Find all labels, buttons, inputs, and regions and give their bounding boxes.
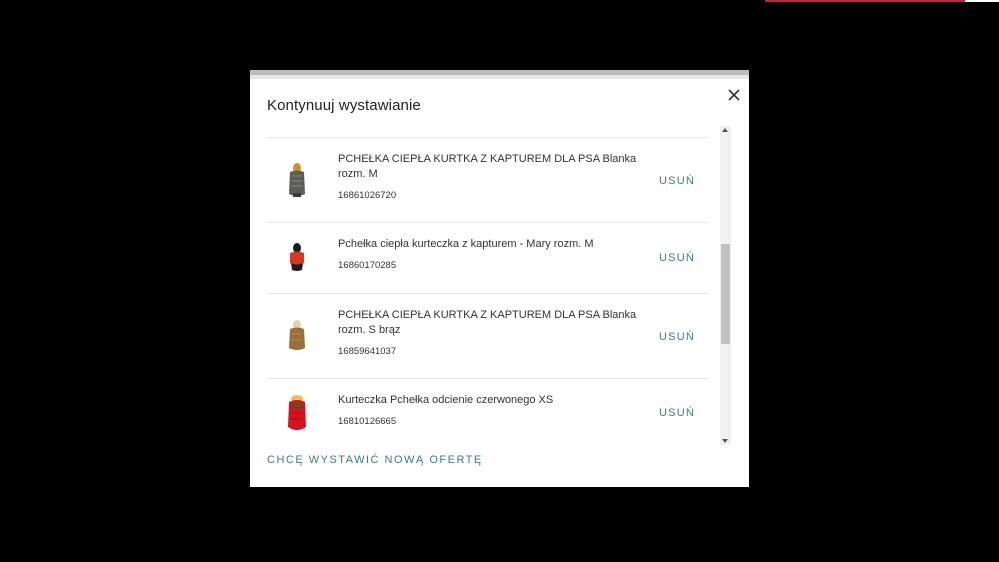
scroll-down-arrow-icon[interactable]	[722, 439, 728, 443]
remove-button[interactable]: USUŃ	[659, 331, 695, 343]
dog-jacket-grey-icon	[289, 163, 305, 197]
dog-jacket-red-icon	[288, 395, 306, 430]
dog-jacket-brown-icon	[289, 320, 305, 350]
list-item: Pchełka ciepła kurteczka z kapturem - Ma…	[267, 223, 708, 294]
item-title[interactable]: PCHEŁKA CIEPŁA KURTKA Z KAPTUREM DLA PSA…	[338, 152, 638, 182]
list-item: PCHEŁKA CIEPŁA KURTKA Z KAPTUREM DLA PSA…	[267, 138, 708, 223]
item-title[interactable]: Pchełka ciepła kurteczka z kapturem - Ma…	[338, 237, 638, 252]
modal-top-bar	[250, 70, 749, 79]
remove-button[interactable]: USUŃ	[659, 175, 695, 187]
dog-jacket-black-red-icon	[290, 243, 304, 271]
item-title[interactable]: PCHEŁKA CIEPŁA KURTKA Z KAPTUREM DLA PSA…	[338, 308, 638, 338]
list-scrollbar[interactable]	[720, 126, 731, 445]
scroll-up-arrow-icon[interactable]	[722, 128, 728, 132]
item-title[interactable]: Kurteczka Pchełka odcienie czerwonego XS	[338, 393, 638, 408]
list-item: Kurteczka Pchełka odcienie czerwonego XS…	[267, 379, 708, 446]
item-id: 16861026720	[338, 190, 397, 201]
list-item: PCHEŁKA CIEPŁA KURTKA Z KAPTUREM DLA PSA…	[267, 294, 708, 379]
continue-listing-modal: Kontynuuj wystawianie PCHEŁKA CIEPŁA KUR…	[250, 70, 749, 487]
remove-button[interactable]: USUŃ	[659, 252, 695, 264]
close-icon	[728, 89, 740, 101]
item-id: 16860170285	[338, 260, 397, 271]
modal-top-bar-highlight	[250, 75, 749, 79]
scrollbar-thumb[interactable]	[721, 244, 730, 344]
top-page-strip-accent	[765, 0, 965, 2]
close-button[interactable]	[726, 87, 742, 103]
new-offer-link[interactable]: CHCĘ WYSTAWIĆ NOWĄ OFERTĘ	[267, 454, 483, 466]
modal-title: Kontynuuj wystawianie	[267, 97, 421, 114]
draft-offers-list: PCHEŁKA CIEPŁA KURTKA Z KAPTUREM DLA PSA…	[267, 137, 708, 446]
item-id: 16859641037	[338, 346, 397, 357]
item-id: 16810126665	[338, 416, 397, 427]
top-page-strip	[765, 0, 999, 2]
remove-button[interactable]: USUŃ	[659, 407, 695, 419]
